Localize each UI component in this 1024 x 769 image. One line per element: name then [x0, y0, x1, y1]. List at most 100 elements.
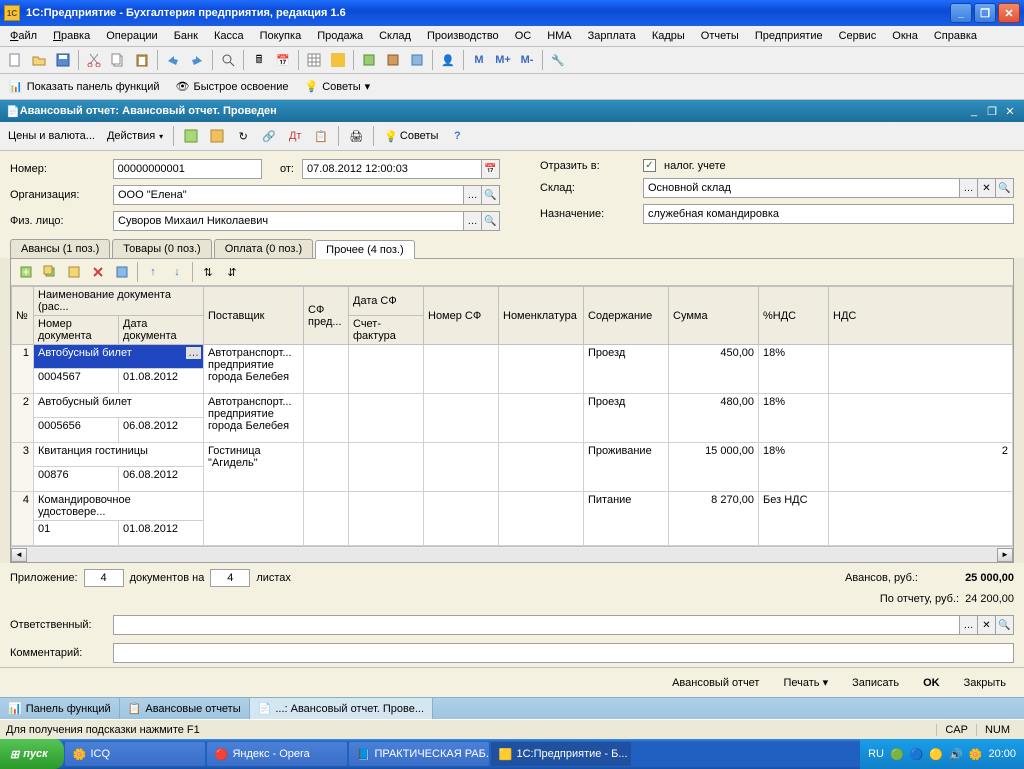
system-tray[interactable]: RU 🟢 🔵 🟡 🔊 🌼 20:00 — [860, 739, 1024, 769]
table-row[interactable]: 4 Командировочное удостовере... Питание … — [12, 492, 1013, 521]
menu-file[interactable]: Файл — [4, 28, 43, 44]
menu-edit[interactable]: Правка — [47, 28, 96, 44]
menu-purchase[interactable]: Покупка — [254, 28, 308, 44]
tools-icon[interactable]: 🔧 — [547, 49, 569, 71]
save-icon[interactable] — [52, 49, 74, 71]
edit-row-icon[interactable] — [63, 261, 85, 283]
m-plus-button[interactable]: М+ — [492, 49, 514, 71]
save-button[interactable]: Записать — [844, 675, 907, 691]
menu-salary[interactable]: Зарплата — [582, 28, 642, 44]
resp-input[interactable] — [113, 615, 960, 635]
tips-button[interactable]: 💡Советы ▾ — [299, 77, 375, 96]
menu-warehouse[interactable]: Склад — [373, 28, 417, 44]
date-input[interactable]: 07.08.2012 12:00:03 — [302, 159, 482, 179]
sw-current-doc[interactable]: 📄 ...: Авансовый отчет. Прове... — [250, 698, 433, 719]
attach-sheets-input[interactable] — [210, 569, 250, 587]
find-icon[interactable] — [217, 49, 239, 71]
doc-icon[interactable] — [406, 49, 428, 71]
end-row-icon[interactable] — [111, 261, 133, 283]
col-num[interactable]: № — [12, 287, 34, 345]
clock[interactable]: 20:00 — [988, 748, 1016, 760]
doc-restore[interactable]: ❐ — [984, 103, 1000, 119]
col-num-sf[interactable]: Номер СФ — [424, 287, 499, 345]
calendar-icon[interactable]: 📅 — [272, 49, 294, 71]
resp-select-button[interactable]: … — [960, 615, 978, 635]
menu-operations[interactable]: Операции — [100, 28, 163, 44]
tray-icon-1[interactable]: 🟢 — [890, 748, 904, 761]
doc-tips[interactable]: 💡 Советы — [380, 128, 442, 145]
calc-icon[interactable]: 🖩 — [248, 49, 270, 71]
org-select-button[interactable]: … — [464, 185, 482, 205]
start-button[interactable]: ⊞пуск — [0, 739, 64, 769]
tray-icon-4[interactable]: 🔊 — [949, 748, 963, 761]
sw-panel-funcs[interactable]: 📊 Панель функций — [0, 698, 120, 719]
menu-personnel[interactable]: Кадры — [646, 28, 691, 44]
tab-payment[interactable]: Оплата (0 поз.) — [214, 239, 313, 258]
expenses-grid[interactable]: № Наименование документа (рас... Поставщ… — [11, 286, 1013, 546]
sort-desc-icon[interactable]: ⇵ — [221, 261, 243, 283]
redo-icon[interactable] — [186, 49, 208, 71]
1c-icon[interactable] — [327, 49, 349, 71]
undo-icon[interactable] — [162, 49, 184, 71]
report-icon[interactable] — [382, 49, 404, 71]
unpost-icon[interactable] — [206, 125, 228, 147]
avrep-button[interactable]: Авансовый отчет — [664, 675, 767, 691]
scroll-left[interactable]: ◄ — [11, 548, 27, 562]
sklad-select-button[interactable]: … — [960, 178, 978, 198]
sw-avans-reports[interactable]: 📋 Авансовые отчеты — [120, 698, 250, 719]
doc-minimize[interactable]: _ — [966, 103, 982, 119]
journal-icon[interactable] — [358, 49, 380, 71]
menu-production[interactable]: Производство — [421, 28, 505, 44]
tab-avans[interactable]: Авансы (1 поз.) — [10, 239, 110, 258]
structure-icon[interactable]: 🔗 — [258, 125, 280, 147]
basis-icon[interactable]: 📋 — [310, 125, 332, 147]
move-down-icon[interactable]: ↓ — [166, 261, 188, 283]
m-button[interactable]: М — [468, 49, 490, 71]
col-supplier[interactable]: Поставщик — [204, 287, 304, 345]
prices-action[interactable]: Цены и валюта... — [4, 128, 99, 144]
col-name[interactable]: Наименование документа (рас... — [34, 287, 204, 316]
table-icon[interactable] — [303, 49, 325, 71]
user-icon[interactable]: 👤 — [437, 49, 459, 71]
menu-kassa[interactable]: Касса — [208, 28, 250, 44]
open-icon[interactable] — [28, 49, 50, 71]
copy-icon[interactable] — [107, 49, 129, 71]
naz-input[interactable]: служебная командировка — [643, 204, 1014, 224]
person-lookup-button[interactable]: 🔍 — [482, 211, 500, 231]
comment-input[interactable] — [113, 643, 1014, 663]
copy-row-icon[interactable] — [39, 261, 61, 283]
doc-close[interactable]: ✕ — [1002, 103, 1018, 119]
menu-bank[interactable]: Банк — [168, 28, 204, 44]
person-input[interactable]: Суворов Михаил Николаевич — [113, 211, 464, 231]
menu-nma[interactable]: НМА — [541, 28, 577, 44]
refresh-icon[interactable]: ↻ — [232, 125, 254, 147]
col-sf-pred[interactable]: СФ пред... — [304, 287, 349, 345]
close-button[interactable]: ✕ — [998, 3, 1020, 23]
delete-row-icon[interactable] — [87, 261, 109, 283]
task-icq[interactable]: 🌼 ICQ — [65, 742, 205, 766]
scroll-right[interactable]: ► — [997, 548, 1013, 562]
print-button[interactable]: Печать ▾ — [775, 674, 836, 691]
movement-icon[interactable]: Дт — [284, 125, 306, 147]
table-row[interactable]: 3 Квитанция гостиницы Гостиница "Агидель… — [12, 443, 1013, 467]
task-word[interactable]: 📘 ПРАКТИЧЕСКАЯ РАБ... — [349, 742, 489, 766]
add-row-icon[interactable] — [15, 261, 37, 283]
table-row[interactable]: 1 Автобусный билет Автотранспорт... пред… — [12, 345, 1013, 369]
col-vat[interactable]: %НДС — [759, 287, 829, 345]
col-content[interactable]: Содержание — [584, 287, 669, 345]
sklad-input[interactable]: Основной склад — [643, 178, 960, 198]
post-icon[interactable] — [180, 125, 202, 147]
menu-help[interactable]: Справка — [928, 28, 983, 44]
menu-os[interactable]: ОС — [509, 28, 538, 44]
col-sum[interactable]: Сумма — [669, 287, 759, 345]
minimize-button[interactable]: _ — [950, 3, 972, 23]
tab-goods[interactable]: Товары (0 поз.) — [112, 239, 211, 258]
task-1c[interactable]: 🟨 1С:Предприятие - Б... — [491, 742, 631, 766]
col-nds[interactable]: НДС — [829, 287, 1013, 345]
sklad-clear-button[interactable]: ✕ — [978, 178, 996, 198]
actions-dropdown[interactable]: Действия — [103, 128, 167, 144]
reflect-checkbox[interactable]: ✓ — [643, 159, 656, 172]
org-lookup-button[interactable]: 🔍 — [482, 185, 500, 205]
tray-icon-2[interactable]: 🔵 — [910, 748, 924, 761]
table-row[interactable]: 2 Автобусный билет Автотранспорт... пред… — [12, 394, 1013, 418]
